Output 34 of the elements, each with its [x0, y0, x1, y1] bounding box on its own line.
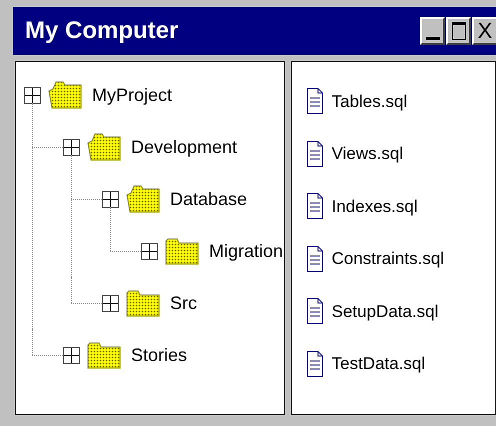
tree-item[interactable]: MyProject	[92, 82, 172, 108]
folder-icon	[126, 289, 160, 317]
tree-item[interactable]: Database	[170, 186, 248, 212]
tree-item[interactable]: Stories	[131, 342, 188, 368]
file-item[interactable]: Tables.sql	[332, 88, 408, 114]
file-item[interactable]: Views.sql	[332, 141, 404, 166]
expand-icon[interactable]	[63, 138, 80, 156]
tree-item[interactable]: Migration	[209, 238, 284, 264]
window-title: My Computer	[25, 16, 178, 46]
expand-icon[interactable]	[102, 190, 119, 208]
document-icon	[306, 350, 323, 377]
expand-icon[interactable]	[63, 346, 80, 364]
file-item[interactable]: Constraints.sql	[332, 246, 444, 272]
file-item[interactable]: SetupData.sql	[332, 298, 438, 324]
close-button[interactable]: X	[472, 17, 496, 45]
open-folder-icon	[126, 185, 160, 213]
tree-item[interactable]: Src	[170, 290, 197, 316]
document-icon	[306, 193, 323, 220]
document-icon	[306, 246, 323, 272]
file-item[interactable]: TestData.sql	[332, 351, 426, 376]
file-item[interactable]: Indexes.sql	[332, 194, 418, 219]
open-folder-icon	[87, 133, 121, 161]
tree-item[interactable]: Development	[131, 134, 238, 160]
folder-icon	[165, 237, 199, 265]
minimize-button[interactable]	[420, 17, 445, 45]
document-icon	[306, 140, 323, 167]
expand-icon[interactable]	[141, 242, 158, 260]
folder-icon	[87, 341, 121, 369]
open-folder-icon	[48, 81, 82, 109]
expand-icon[interactable]	[24, 86, 41, 104]
expand-icon[interactable]	[102, 294, 119, 312]
document-icon	[306, 88, 323, 114]
document-icon	[306, 298, 323, 324]
maximize-button[interactable]	[446, 17, 471, 45]
